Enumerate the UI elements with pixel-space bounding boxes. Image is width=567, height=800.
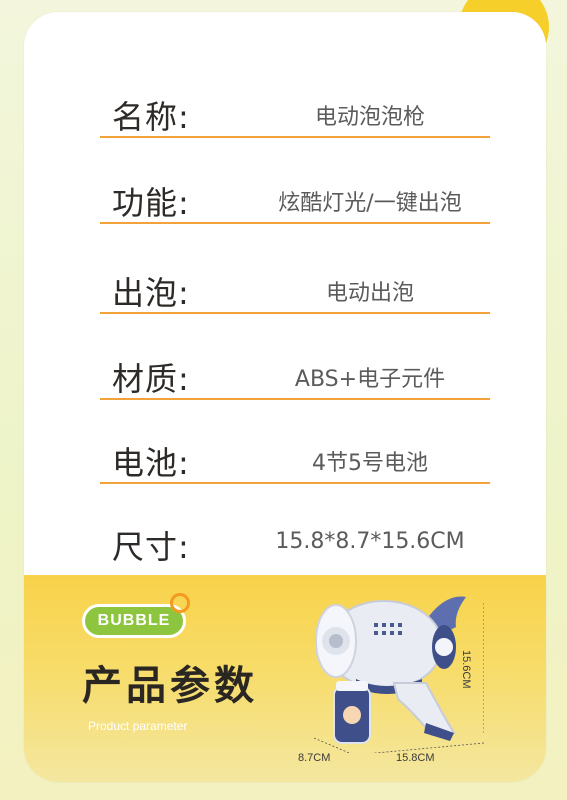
spec-row-function: 功能: 炫酷灯光/一键出泡 xyxy=(100,136,490,224)
spec-value: ABS+电子元件 xyxy=(294,367,446,392)
spec-value: 4节5号电池 xyxy=(312,451,428,476)
spec-value: 电动泡泡枪 xyxy=(314,105,425,130)
spec-label: 功能: xyxy=(112,184,190,222)
bubble-ring-icon xyxy=(170,593,190,613)
spec-value: 电动出泡 xyxy=(325,281,414,306)
spec-card: 名称: 电动泡泡枪 功能: 炫酷灯光/一键出泡 出泡: 电动出泡 材质: ABS… xyxy=(24,12,546,782)
bubble-gun-illustration xyxy=(313,596,484,753)
dimension-length: 15.8CM xyxy=(396,752,435,764)
dimension-height: 15.6CM xyxy=(460,650,472,689)
bubble-badge: BUBBLE xyxy=(82,604,186,638)
spec-label: 出泡: xyxy=(112,274,190,312)
spec-row-name: 名称: 电动泡泡枪 xyxy=(100,50,490,138)
spec-value: 炫酷灯光/一键出泡 xyxy=(278,191,462,216)
spec-value: 15.8*8.7*15.6CM xyxy=(275,529,465,554)
spec-label: 材质: xyxy=(112,360,190,398)
section-subtitle: Product parameter xyxy=(88,719,188,733)
spec-label: 电池: xyxy=(112,444,190,482)
product-parameter-banner: BUBBLE 产品参数 Product parameter 8.7CM 15.8… xyxy=(24,575,546,782)
spec-row-battery: 电池: 4节5号电池 xyxy=(100,396,490,484)
spec-label: 尺寸: xyxy=(112,528,190,566)
spec-row-material: 材质: ABS+电子元件 xyxy=(100,312,490,400)
spec-row-bubble-output: 出泡: 电动出泡 xyxy=(100,226,490,314)
spec-row-size: 尺寸: 15.8*8.7*15.6CM xyxy=(100,480,490,566)
dimension-depth: 8.7CM xyxy=(298,752,331,764)
spec-label: 名称: xyxy=(112,98,190,136)
section-title: 产品参数 xyxy=(82,663,258,709)
